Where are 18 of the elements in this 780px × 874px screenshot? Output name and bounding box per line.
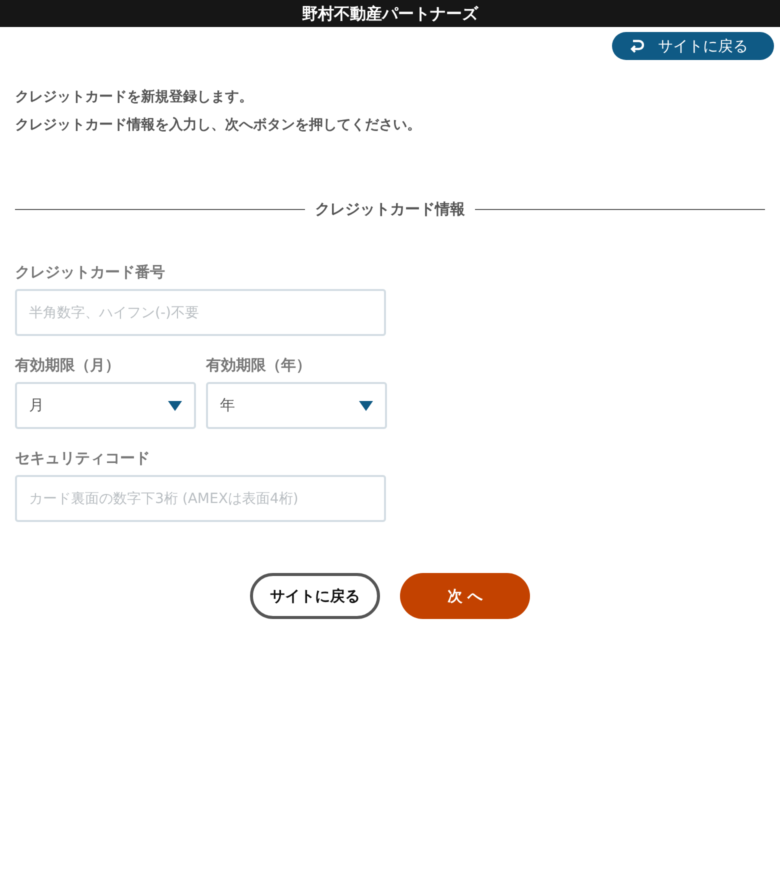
- input-field[interactable]: 半角数字、ハイフン(-)不要: [15, 289, 386, 336]
- dropdown-icon: [168, 400, 182, 410]
- field-label: セキュリティコード: [15, 449, 151, 468]
- site-title: 野村不動産パートナーズ: [0, 0, 780, 27]
- select-field[interactable]: 年: [206, 382, 387, 429]
- intro-text: クレジットカード情報を入力し、次へボタンを押してください。: [15, 116, 422, 134]
- back-button[interactable]: サイトに戻る: [250, 573, 380, 619]
- field-label: クレジットカード番号: [15, 263, 166, 282]
- back-link[interactable]: サイトに戻る: [612, 32, 774, 60]
- intro-text: クレジットカードを新規登録します。: [15, 88, 254, 106]
- select-field[interactable]: 月: [15, 382, 196, 429]
- dropdown-icon: [359, 400, 373, 410]
- input-field[interactable]: カード裏面の数字下3桁 (AMEXは表面4桁): [15, 475, 386, 522]
- section-title: クレジットカード情報: [315, 200, 465, 219]
- next-button[interactable]: 次 へ: [400, 573, 530, 619]
- field-label: 有効期限（年）: [206, 356, 312, 375]
- return-icon: [628, 39, 644, 53]
- field-label: 有効期限（月）: [15, 356, 121, 375]
